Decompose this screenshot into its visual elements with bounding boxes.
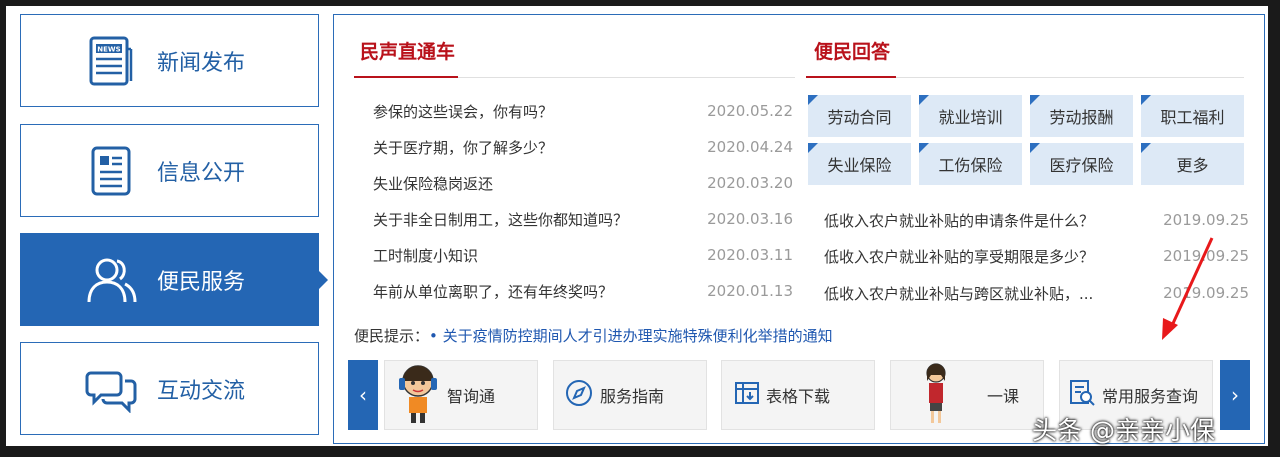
watermark: 头条 @亲亲小保 [1032, 416, 1215, 445]
red-arrow-annotation [1162, 237, 1214, 340]
